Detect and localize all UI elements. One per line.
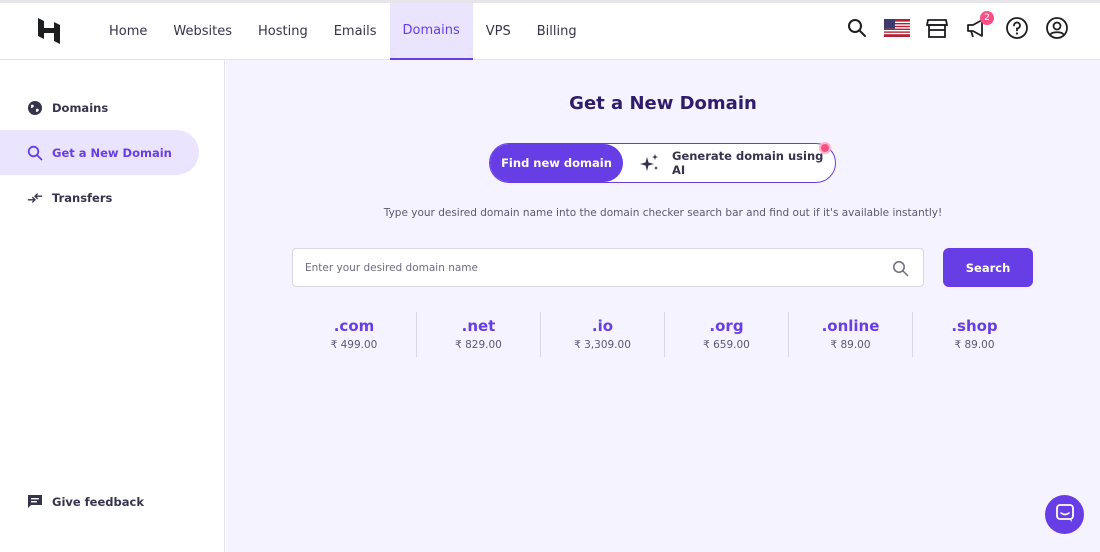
megaphone-icon[interactable]: 2 [964, 11, 994, 41]
nav-home[interactable]: Home [96, 3, 160, 60]
search-mode-toggle: Find new domain Generate domain using AI [489, 142, 836, 183]
main-content: Get a New Domain Find new domain Generat… [226, 60, 1100, 552]
generate-ai-label: Generate domain using AI [672, 149, 824, 177]
tld-price: ₹ 3,309.00 [574, 339, 631, 351]
sidebar-item-label: Get a New Domain [52, 145, 172, 160]
tld-price: ₹ 829.00 [455, 339, 502, 351]
account-icon[interactable] [1044, 15, 1070, 41]
search-icon[interactable] [892, 260, 909, 281]
nav-domains[interactable]: Domains [389, 3, 473, 60]
sidebar-item-label: Domains [52, 100, 109, 115]
tld-item[interactable]: .com ₹ 499.00 [292, 312, 416, 357]
tld-item[interactable]: .io ₹ 3,309.00 [540, 312, 664, 357]
search-button[interactable]: Search [943, 248, 1033, 287]
tld-name: .shop [951, 317, 998, 335]
tld-price: ₹ 659.00 [703, 339, 750, 351]
give-feedback-link[interactable]: Give feedback [0, 479, 199, 524]
sidebar-item-transfers[interactable]: Transfers [0, 175, 199, 220]
search-icon[interactable] [844, 15, 870, 41]
tld-price: ₹ 89.00 [830, 339, 871, 351]
nav-emails[interactable]: Emails [321, 3, 390, 60]
tld-item[interactable]: .shop ₹ 89.00 [912, 312, 1036, 357]
us-flag-icon[interactable] [884, 15, 910, 41]
tld-item[interactable]: .org ₹ 659.00 [664, 312, 788, 357]
sidebar-item-label: Transfers [52, 190, 113, 205]
search-icon [27, 145, 43, 161]
tld-name: .io [591, 317, 614, 335]
top-icons: 2 [844, 11, 1070, 41]
main-nav: Home Websites Hosting Emails Domains VPS… [96, 3, 590, 60]
description-text: Type your desired domain name into the d… [383, 207, 943, 219]
give-feedback-label: Give feedback [52, 494, 144, 509]
domain-search-box [292, 248, 924, 287]
tld-item[interactable]: .net ₹ 829.00 [416, 312, 540, 357]
page-title: Get a New Domain [569, 93, 757, 114]
find-new-domain-tab[interactable]: Find new domain [490, 144, 623, 182]
tld-price-list: .com ₹ 499.00 .net ₹ 829.00 .io ₹ 3,309.… [292, 312, 1036, 357]
tld-price: ₹ 89.00 [954, 339, 995, 351]
nav-hosting[interactable]: Hosting [245, 3, 321, 60]
sparkle-icon [640, 153, 660, 173]
sidebar-item-get-new-domain[interactable]: Get a New Domain [0, 130, 199, 175]
top-navigation-bar: Home Websites Hosting Emails Domains VPS… [0, 0, 1100, 60]
feedback-icon [27, 494, 43, 510]
generate-ai-tab[interactable]: Generate domain using AI [640, 144, 835, 182]
domain-search-input[interactable] [305, 249, 875, 286]
store-icon[interactable] [924, 15, 950, 41]
tld-name: .net [461, 317, 496, 335]
transfer-arrows-icon [27, 190, 43, 206]
nav-vps[interactable]: VPS [473, 3, 524, 60]
globe-icon [27, 100, 43, 116]
nav-billing[interactable]: Billing [524, 3, 590, 60]
chat-support-button[interactable] [1045, 495, 1084, 534]
tld-item[interactable]: .online ₹ 89.00 [788, 312, 912, 357]
help-icon[interactable] [1004, 15, 1030, 41]
tld-name: .online [821, 317, 880, 335]
chat-icon [1055, 503, 1075, 527]
nav-websites[interactable]: Websites [160, 3, 245, 60]
sidebar: Domains Get a New Domain Transfers Give … [0, 60, 225, 552]
sidebar-item-domains[interactable]: Domains [0, 85, 199, 130]
tld-name: .org [709, 317, 744, 335]
tld-name: .com [333, 317, 375, 335]
hostinger-logo-icon[interactable] [36, 17, 62, 45]
tld-price: ₹ 499.00 [330, 339, 378, 351]
new-feature-dot [819, 142, 831, 154]
notification-badge: 2 [980, 11, 994, 25]
